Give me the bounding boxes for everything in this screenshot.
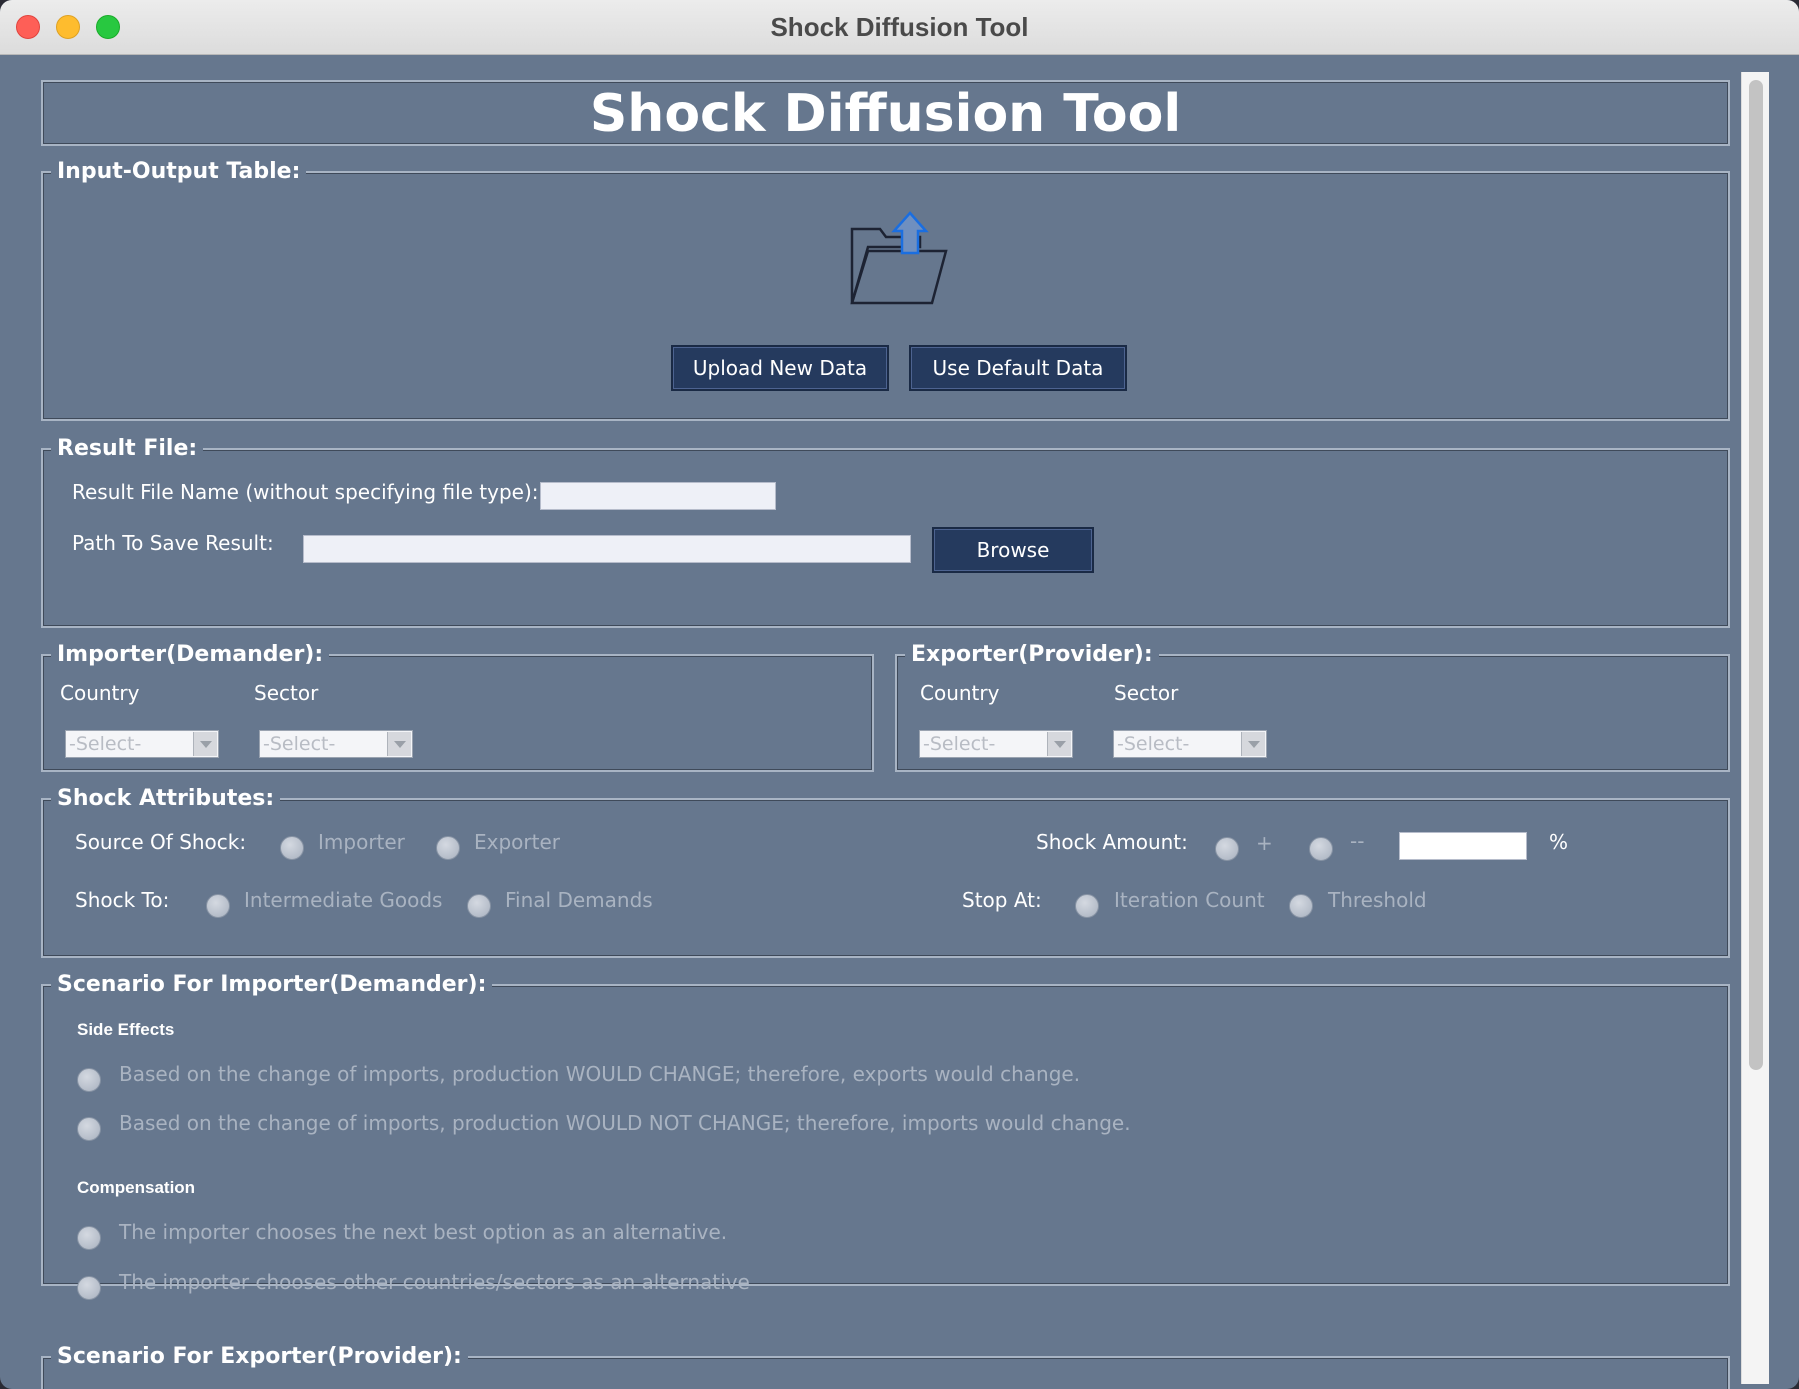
importer-country-label: Country xyxy=(60,681,140,705)
source-exporter-radio[interactable] xyxy=(436,836,460,860)
main-content: Shock Diffusion Tool Input-Output Table:… xyxy=(0,56,1799,1389)
result-file-legend: Result File: xyxy=(51,436,204,461)
importer-legend: Importer(Demander): xyxy=(51,642,330,667)
importer-sector-value: -Select- xyxy=(263,733,336,755)
side-effect-option-1-radio[interactable] xyxy=(77,1068,101,1092)
folder-upload-icon xyxy=(850,211,948,305)
exporter-legend: Exporter(Provider): xyxy=(905,642,1159,667)
shock-attributes-group: Shock Attributes: Source Of Shock: Impor… xyxy=(41,786,1730,958)
io-table-group: Input-Output Table: Upload New Data Use … xyxy=(41,159,1730,421)
exporter-country-label: Country xyxy=(920,681,1000,705)
shock-amount-input[interactable] xyxy=(1399,832,1527,860)
stop-iteration-radio[interactable] xyxy=(1075,894,1099,918)
chevron-down-icon xyxy=(193,732,217,756)
scenario-importer-group: Scenario For Importer(Demander): Side Ef… xyxy=(41,972,1730,1300)
exporter-group: Exporter(Provider): Country Sector -Sele… xyxy=(895,642,1730,772)
shock-to-intermediate-label: Intermediate Goods xyxy=(244,888,443,912)
app-window: Shock Diffusion Tool Shock Diffusion Too… xyxy=(0,0,1799,1389)
shock-to-final-radio[interactable] xyxy=(467,894,491,918)
scenario-exporter-group: Scenario For Exporter(Provider): xyxy=(41,1344,1730,1389)
importer-group: Importer(Demander): Country Sector -Sele… xyxy=(41,642,874,772)
shock-plus-label: + xyxy=(1256,831,1273,855)
shock-to-label: Shock To: xyxy=(75,888,170,912)
shock-minus-radio[interactable] xyxy=(1309,837,1333,861)
side-effect-option-2-radio[interactable] xyxy=(77,1117,101,1141)
chevron-down-icon xyxy=(387,732,411,756)
shock-to-intermediate-radio[interactable] xyxy=(206,894,230,918)
io-table-legend: Input-Output Table: xyxy=(51,159,307,184)
shock-minus-label: -- xyxy=(1350,829,1365,853)
stop-threshold-label: Threshold xyxy=(1328,888,1427,912)
path-input[interactable] xyxy=(303,535,911,563)
compensation-option-2-radio[interactable] xyxy=(77,1276,101,1300)
stop-at-label: Stop At: xyxy=(962,888,1042,912)
exporter-country-value: -Select- xyxy=(923,733,996,755)
result-file-name-input[interactable] xyxy=(540,482,776,510)
importer-country-value: -Select- xyxy=(69,733,142,755)
stop-threshold-radio[interactable] xyxy=(1289,894,1313,918)
importer-sector-label: Sector xyxy=(254,681,319,705)
chevron-down-icon xyxy=(1047,732,1071,756)
exporter-sector-value: -Select- xyxy=(1117,733,1190,755)
shock-to-final-label: Final Demands xyxy=(505,888,653,912)
browse-button[interactable]: Browse xyxy=(932,527,1094,573)
side-effect-option-2-label: Based on the change of imports, producti… xyxy=(119,1111,1131,1135)
page-title: Shock Diffusion Tool xyxy=(589,84,1182,144)
compensation-option-2-label: The importer chooses other countries/sec… xyxy=(119,1270,750,1294)
compensation-label: Compensation xyxy=(77,1178,196,1197)
stop-iteration-label: Iteration Count xyxy=(1114,888,1265,912)
use-default-data-button[interactable]: Use Default Data xyxy=(909,345,1127,391)
side-effect-option-1-label: Based on the change of imports, producti… xyxy=(119,1062,1081,1086)
exporter-sector-label: Sector xyxy=(1114,681,1179,705)
compensation-option-1-label: The importer chooses the next best optio… xyxy=(119,1220,728,1244)
result-file-group: Result File: Result File Name (without s… xyxy=(41,436,1730,628)
exporter-sector-select[interactable]: -Select- xyxy=(1113,730,1267,758)
scenario-exporter-legend: Scenario For Exporter(Provider): xyxy=(51,1344,468,1369)
header-panel: Shock Diffusion Tool xyxy=(41,80,1730,146)
scenario-importer-legend: Scenario For Importer(Demander): xyxy=(51,972,493,997)
vertical-scrollbar[interactable] xyxy=(1741,72,1769,1384)
exporter-country-select[interactable]: -Select- xyxy=(919,730,1073,758)
importer-country-select[interactable]: -Select- xyxy=(65,730,219,758)
shock-plus-radio[interactable] xyxy=(1215,837,1239,861)
upload-new-data-button[interactable]: Upload New Data xyxy=(671,345,889,391)
percent-label: % xyxy=(1549,830,1569,854)
chevron-down-icon xyxy=(1241,732,1265,756)
shock-attributes-legend: Shock Attributes: xyxy=(51,786,281,811)
source-importer-label: Importer xyxy=(318,830,405,854)
side-effects-label: Side Effects xyxy=(77,1020,175,1039)
scrollbar-thumb[interactable] xyxy=(1749,80,1763,1070)
importer-sector-select[interactable]: -Select- xyxy=(259,730,413,758)
source-of-shock-label: Source Of Shock: xyxy=(75,830,247,854)
path-label: Path To Save Result: xyxy=(72,531,274,555)
title-bar: Shock Diffusion Tool xyxy=(0,0,1799,55)
source-importer-radio[interactable] xyxy=(280,836,304,860)
source-exporter-label: Exporter xyxy=(474,830,560,854)
shock-amount-label: Shock Amount: xyxy=(1036,830,1188,854)
window-title: Shock Diffusion Tool xyxy=(770,12,1029,42)
result-file-name-label: Result File Name (without specifying fil… xyxy=(72,480,539,504)
compensation-option-1-radio[interactable] xyxy=(77,1226,101,1250)
